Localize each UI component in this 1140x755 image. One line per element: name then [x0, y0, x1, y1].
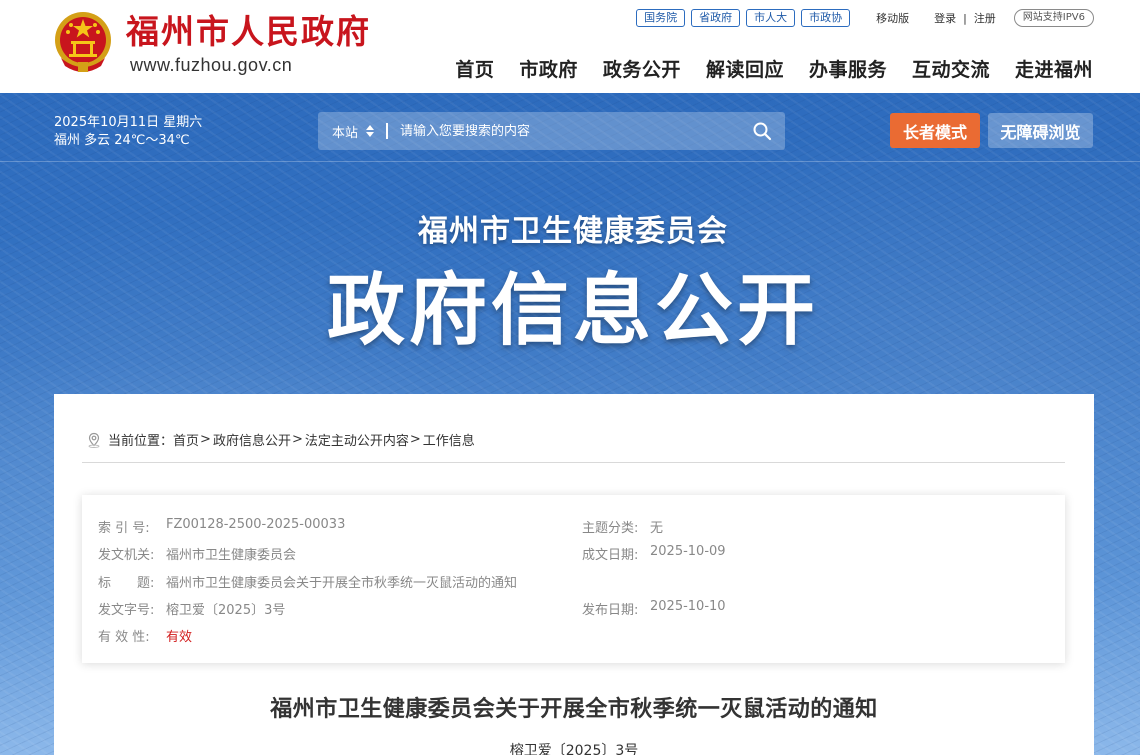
- gov-link-state-council[interactable]: 国务院: [636, 9, 686, 27]
- site-header: 福州市人民政府 www.fuzhou.gov.cn 国务院 省政府 市人大 市政…: [0, 0, 1140, 93]
- breadcrumb-work-info[interactable]: 工作信息: [423, 430, 475, 449]
- site-name[interactable]: 福州市人民政府: [126, 12, 371, 52]
- meta-issuer: 发文机关: 福州市卫生健康委员会: [98, 544, 296, 563]
- breadcrumb-rule: [82, 462, 1065, 463]
- meta-value: FZ00128-2500-2025-00033: [166, 517, 346, 532]
- breadcrumb-home[interactable]: 首页: [173, 430, 199, 449]
- search-scope-select[interactable]: 本站: [332, 122, 358, 141]
- meta-doc-number: 发文字号: 榕卫爱〔2025〕3号: [98, 599, 285, 618]
- meta-index-no: 索 引 号: FZ00128-2500-2025-00033: [98, 517, 345, 536]
- search-bar: 本站: [318, 112, 785, 150]
- sort-arrows-icon[interactable]: [366, 124, 375, 138]
- breadcrumb: 当前位置： 首页 > 政府信息公开 > 法定主动公开内容 > 工作信息: [86, 430, 475, 449]
- meta-created-date: 成文日期: 2025-10-09: [582, 544, 726, 563]
- nav-interpretation[interactable]: 解读回应: [706, 55, 784, 82]
- meta-value: 福州市卫生健康委员会: [166, 548, 297, 563]
- meta-label: 发布日期:: [582, 603, 639, 618]
- gov-link-cppcc[interactable]: 市政协: [801, 9, 851, 27]
- meta-label: 发文字号:: [98, 603, 155, 618]
- document-metadata: 索 引 号: FZ00128-2500-2025-00033 主题分类: 无 发…: [82, 495, 1065, 663]
- link-separator: |: [963, 11, 967, 25]
- nav-city-government[interactable]: 市政府: [519, 55, 578, 82]
- date-weather: 2025年10月11日 星期六 福州 多云 24℃～34℃: [54, 114, 202, 150]
- document-title: 福州市卫生健康委员会关于开展全市秋季统一灭鼠活动的通知: [270, 697, 878, 722]
- content-panel: 当前位置： 首页 > 政府信息公开 > 法定主动公开内容 > 工作信息 索 引 …: [54, 394, 1094, 755]
- meta-label: 索 引 号:: [98, 521, 150, 536]
- breadcrumb-arrow: >: [291, 432, 303, 447]
- main-nav: 首页 市政府 政务公开 解读回应 办事服务 互动交流 走进福州: [430, 55, 1093, 82]
- search-input[interactable]: [400, 123, 752, 139]
- breadcrumb-prefix: 当前位置：: [108, 434, 174, 449]
- section-title: 政府信息公开: [326, 266, 819, 356]
- site-url[interactable]: www.fuzhou.gov.cn: [130, 55, 292, 76]
- meta-label: 成文日期:: [582, 548, 639, 563]
- meta-label: 主题分类:: [582, 521, 639, 536]
- department-title: 福州市卫生健康委员会: [418, 214, 728, 249]
- search-divider: [386, 123, 389, 139]
- document-number: 榕卫爱〔2025〕3号: [509, 743, 639, 755]
- meta-value: 无: [650, 521, 664, 536]
- meta-label: 发文机关:: [98, 548, 155, 563]
- ipv6-badge: 网站支持IPV6: [1013, 9, 1094, 27]
- gov-link-congress[interactable]: 市人大: [746, 9, 796, 27]
- date-text: 2025年10月11日 星期六: [54, 115, 203, 130]
- weather-text: 福州 多云 24℃～34℃: [54, 133, 190, 148]
- meta-value: 榕卫爱〔2025〕3号: [166, 603, 286, 618]
- national-emblem-icon[interactable]: [53, 10, 113, 74]
- breadcrumb-statutory[interactable]: 法定主动公开内容: [305, 430, 409, 449]
- mobile-version-link[interactable]: 移动版: [876, 10, 909, 26]
- meta-label: 有 效 性:: [98, 630, 150, 645]
- meta-topic: 主题分类: 无: [582, 517, 663, 536]
- elder-mode-button[interactable]: 长者模式: [890, 113, 980, 148]
- breadcrumb-arrow: >: [409, 432, 421, 447]
- validity-status: 有效: [166, 630, 193, 645]
- meta-published-date: 发布日期: 2025-10-10: [582, 599, 726, 618]
- nav-interaction[interactable]: 互动交流: [912, 55, 990, 82]
- meta-value: 2025-10-10: [650, 599, 726, 614]
- nav-services[interactable]: 办事服务: [809, 55, 887, 82]
- nav-about-fuzhou[interactable]: 走进福州: [1015, 55, 1093, 82]
- meta-title: 标 题: 福州市卫生健康委员会关于开展全市秋季统一灭鼠活动的通知: [98, 572, 517, 591]
- top-links: 国务院 省政府 市人大 市政协 移动版 登录 | 注册 网站支持IPV6: [630, 9, 1094, 27]
- meta-validity: 有 效 性: 有效: [98, 626, 192, 645]
- login-link[interactable]: 登录: [934, 10, 956, 26]
- nav-home[interactable]: 首页: [455, 55, 494, 82]
- accessible-browse-button[interactable]: 无障碍浏览: [988, 113, 1093, 148]
- meta-value: 2025-10-09: [650, 544, 726, 559]
- location-icon: [88, 432, 100, 448]
- nav-government-affairs[interactable]: 政务公开: [603, 55, 681, 82]
- meta-label: 标 题:: [98, 576, 155, 591]
- meta-value: 福州市卫生健康委员会关于开展全市秋季统一灭鼠活动的通知: [166, 576, 518, 591]
- toolbar-divider: [0, 161, 1140, 162]
- breadcrumb-gov-info[interactable]: 政府信息公开: [213, 430, 291, 449]
- search-icon[interactable]: [752, 121, 772, 141]
- gov-link-province[interactable]: 省政府: [691, 9, 741, 27]
- breadcrumb-arrow: >: [200, 432, 211, 447]
- register-link[interactable]: 注册: [974, 10, 996, 26]
